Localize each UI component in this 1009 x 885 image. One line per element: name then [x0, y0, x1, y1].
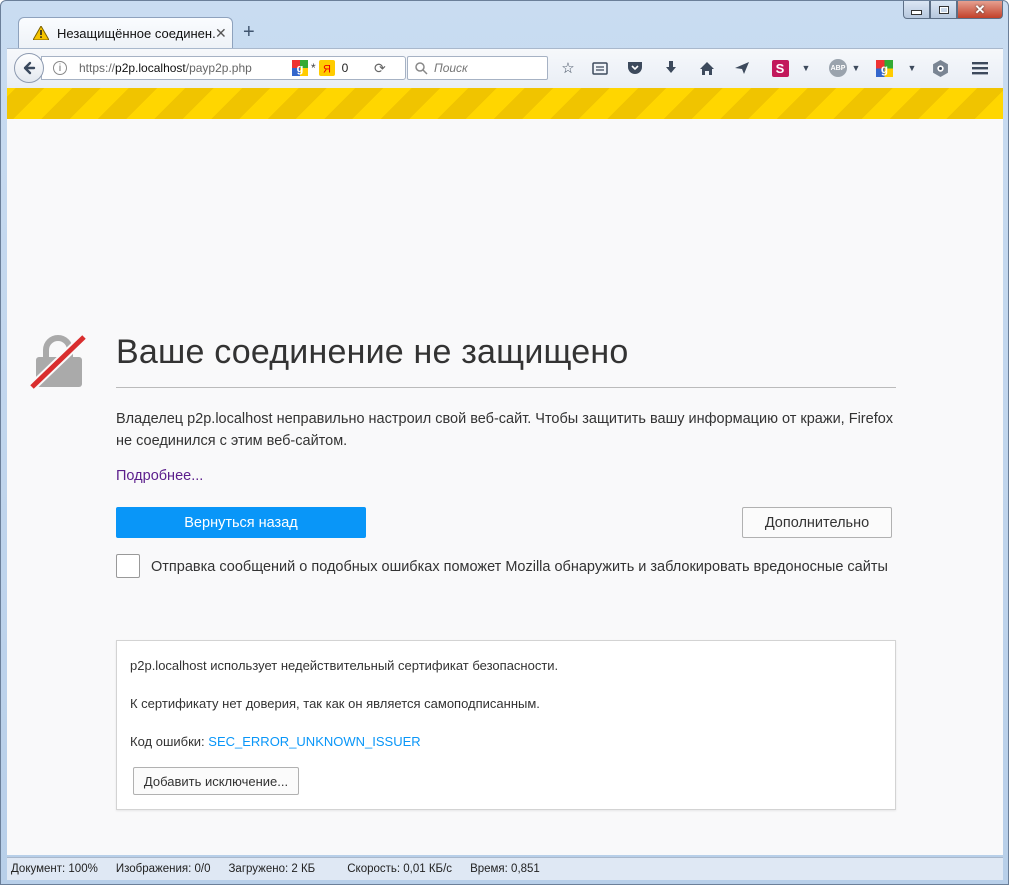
- google-pr-icon[interactable]: g: [292, 60, 308, 76]
- maximize-button[interactable]: [930, 1, 957, 19]
- home-icon[interactable]: [696, 58, 718, 78]
- status-images: Изображения: 0/0: [115, 863, 211, 875]
- status-time: Время: 0,851: [470, 863, 540, 875]
- title-bar: Незащищённое соединен... ✕ + ✕: [1, 1, 1008, 49]
- title-divider: [116, 387, 896, 388]
- pocket-icon[interactable]: [624, 58, 646, 78]
- url-text[interactable]: https://p2p.localhost/payp2p.php: [79, 61, 252, 75]
- warning-stripe: [7, 88, 1003, 119]
- cert-selfsigned-text: К сертификату нет доверия, так как он яв…: [130, 696, 540, 711]
- url-bar[interactable]: i https://p2p.localhost/payp2p.php g * Я…: [41, 56, 406, 80]
- error-description: Владелец p2p.localhost неправильно настр…: [116, 411, 894, 449]
- error-code-label: Код ошибки:: [130, 734, 205, 749]
- browser-window: Незащищённое соединен... ✕ + ✕ i https:/…: [0, 0, 1009, 885]
- learn-more-link[interactable]: Подробнее...: [116, 468, 203, 484]
- error-code-link[interactable]: SEC_ERROR_UNKNOWN_ISSUER: [208, 734, 420, 749]
- site-info-icon[interactable]: i: [53, 61, 67, 75]
- search-icon: [415, 62, 428, 75]
- s-addon-icon[interactable]: S: [769, 58, 791, 78]
- s-addon-dropdown-icon[interactable]: ▼: [795, 58, 817, 78]
- svg-text:g: g: [297, 63, 304, 75]
- send-icon[interactable]: [731, 58, 753, 78]
- advanced-panel: p2p.localhost использует недействительны…: [116, 640, 896, 810]
- seo-addon-dropdown-icon[interactable]: ▼: [901, 58, 923, 78]
- advanced-button[interactable]: Дополнительно: [742, 507, 892, 538]
- page-title: Ваше соединение не защищено: [116, 333, 629, 371]
- status-loaded: Загружено: 2 КБ: [228, 863, 316, 875]
- back-arrow-icon: [23, 61, 36, 75]
- warning-icon: [33, 26, 49, 40]
- status-document: Документ: 100%: [11, 863, 98, 875]
- minimize-button[interactable]: [903, 1, 930, 19]
- url-path: /payp2p.php: [185, 61, 252, 75]
- broken-lock-icon: [30, 333, 86, 389]
- svg-text:g: g: [880, 62, 887, 75]
- go-back-button[interactable]: Вернуться назад: [116, 507, 366, 538]
- window-controls: ✕: [903, 1, 1003, 19]
- asterisk-icon: *: [311, 61, 316, 75]
- yandex-icon[interactable]: Я: [318, 60, 335, 76]
- url-host: p2p.localhost: [115, 61, 186, 75]
- reading-list-icon[interactable]: [589, 58, 611, 78]
- adblock-dropdown-icon[interactable]: ▼: [845, 58, 867, 78]
- report-errors-checkbox[interactable]: [116, 554, 140, 578]
- eye-addon-icon[interactable]: [929, 58, 951, 78]
- search-input[interactable]: [432, 60, 546, 76]
- tab-close-icon[interactable]: ✕: [215, 25, 227, 42]
- downloads-icon[interactable]: [660, 58, 682, 78]
- status-speed: Скорость: 0,01 КБ/с: [347, 863, 453, 875]
- error-page: Ваше соединение не защищено Владелец p2p…: [7, 119, 1003, 855]
- report-errors-label: Отправка сообщений о подобных ошибках по…: [151, 559, 888, 575]
- url-scheme: https://: [79, 61, 116, 75]
- back-button[interactable]: [14, 53, 44, 83]
- search-bar[interactable]: [407, 56, 548, 80]
- reload-icon[interactable]: ⟳: [374, 60, 386, 77]
- navigation-toolbar: i https://p2p.localhost/payp2p.php g * Я…: [7, 48, 1003, 88]
- url-addons: g * Я 0: [292, 60, 348, 76]
- status-bar: Документ: 100% Изображения: 0/0 Загружен…: [7, 857, 1003, 880]
- close-window-button[interactable]: ✕: [957, 1, 1003, 19]
- seo-addon-icon[interactable]: g: [873, 58, 895, 78]
- close-icon: ✕: [974, 1, 986, 17]
- svg-text:Я: Я: [323, 64, 331, 76]
- bookmark-star-icon[interactable]: ☆: [557, 58, 579, 78]
- add-exception-button[interactable]: Добавить исключение...: [133, 767, 299, 795]
- menu-icon[interactable]: [969, 58, 991, 78]
- cert-invalid-text: p2p.localhost использует недействительны…: [130, 658, 559, 673]
- yandex-counter: 0: [341, 61, 349, 75]
- error-code-line: Код ошибки: SEC_ERROR_UNKNOWN_ISSUER: [130, 734, 421, 749]
- new-tab-button[interactable]: +: [243, 20, 255, 44]
- tab-active[interactable]: Незащищённое соединен... ✕: [18, 17, 233, 48]
- tab-title: Незащищённое соединен...: [57, 25, 215, 41]
